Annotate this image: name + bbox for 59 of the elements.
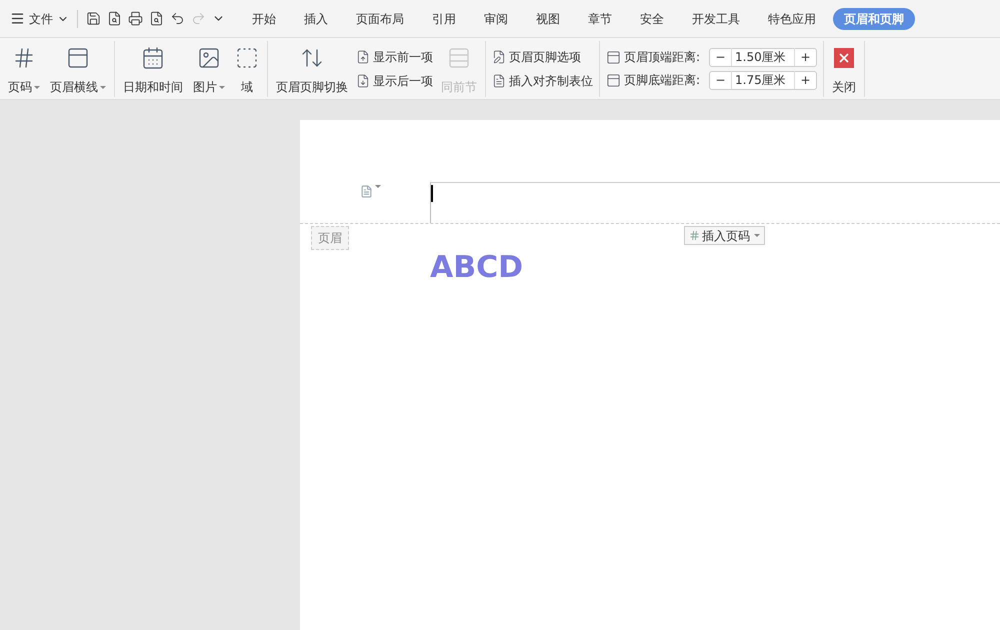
caret-icon: [375, 185, 381, 188]
caret-icon: [34, 86, 40, 89]
margin-icon: [606, 72, 621, 88]
decrement-button[interactable]: −: [710, 48, 732, 66]
caret-icon: [754, 234, 760, 237]
ribbon-tab[interactable]: 安全: [629, 8, 675, 30]
insert-page-number-button[interactable]: 插入页码: [684, 226, 765, 245]
ribbon-button[interactable]: 显示前一项: [356, 48, 433, 66]
ribbon-button[interactable]: 图片: [189, 42, 229, 96]
ribbon-tab[interactable]: 插入: [293, 8, 339, 30]
spinner-label: 页眉顶端距离:: [624, 49, 702, 66]
ribbon-icon: [141, 46, 165, 70]
ribbon-button[interactable]: 显示后一项: [356, 72, 433, 90]
ribbon-button[interactable]: 域: [231, 42, 263, 96]
ribbon-tab[interactable]: 特色应用: [757, 8, 827, 30]
ribbon-tab[interactable]: 开始: [241, 8, 287, 30]
spinner-value: 1.75厘米: [734, 72, 787, 89]
ribbon-icon: [447, 46, 471, 70]
ribbon-tab[interactable]: 审阅: [473, 8, 519, 30]
decrement-button[interactable]: −: [710, 71, 732, 89]
ribbon-button[interactable]: 页眉页脚选项: [492, 48, 593, 66]
ribbon-button[interactable]: 页眉页脚切换: [272, 42, 352, 96]
text-cursor: [431, 185, 433, 202]
undo-icon[interactable]: [170, 11, 185, 26]
ribbon-icon: [356, 74, 370, 88]
ribbon-button[interactable]: 插入对齐制表位: [492, 72, 593, 90]
spinner-label: 页脚底端距离:: [624, 72, 702, 89]
ribbon-icon: [492, 50, 506, 64]
close-icon: [834, 48, 854, 68]
ribbon-icon: [492, 74, 506, 88]
close-button[interactable]: 关闭: [828, 42, 860, 96]
ribbon-icon: [66, 46, 90, 70]
spinner-value: 1.50厘米: [734, 49, 787, 66]
ribbon-tab[interactable]: 开发工具: [681, 8, 751, 30]
ribbon-button[interactable]: 日期和时间: [119, 42, 187, 96]
preview-icon[interactable]: [149, 11, 164, 26]
caret-icon: [100, 86, 106, 89]
ribbon-icon: [356, 50, 370, 64]
header-tag: 页眉: [311, 226, 349, 250]
margin-icon: [606, 50, 621, 64]
ribbon-tab[interactable]: 引用: [421, 8, 467, 30]
ribbon-icon: [235, 46, 259, 70]
caret-icon: [219, 86, 225, 89]
hash-icon: [689, 230, 700, 241]
save-icon[interactable]: [86, 11, 101, 26]
spinner-field[interactable]: − 1.50厘米 +: [709, 48, 817, 66]
ribbon-tab[interactable]: 页面布局: [345, 8, 415, 30]
ribbon-tab[interactable]: 章节: [577, 8, 623, 30]
increment-button[interactable]: +: [794, 71, 816, 89]
file-menu[interactable]: 文件: [10, 10, 78, 28]
ribbon-button[interactable]: 页眉横线: [46, 42, 110, 96]
ribbon-icon: [197, 46, 221, 70]
ribbon-tab[interactable]: 视图: [525, 8, 571, 30]
ribbon-button[interactable]: 页码: [4, 42, 44, 96]
print-icon[interactable]: [128, 11, 143, 26]
body-text: ABCD: [430, 251, 524, 285]
spinner-field[interactable]: − 1.75厘米 +: [709, 70, 817, 90]
menu-icon: [10, 11, 25, 26]
increment-button[interactable]: +: [794, 48, 816, 66]
